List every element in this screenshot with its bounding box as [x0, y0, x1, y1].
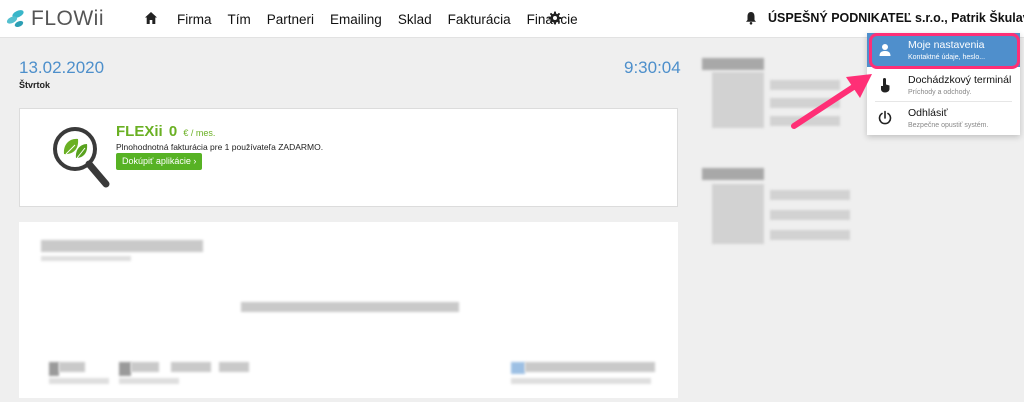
promo-title: FLEXii 0 € / mes. [116, 123, 215, 140]
pixelated-heading [702, 58, 764, 70]
nav-item-fakturacia[interactable]: Fakturácia [448, 12, 511, 27]
pixelated-block [770, 230, 850, 240]
menu-item-label: Odhlásiť [908, 107, 948, 119]
flexii-promo-card: FLEXii 0 € / mes. Plnohodnotná fakturáci… [19, 108, 678, 207]
nav-item-firma[interactable]: Firma [177, 12, 212, 27]
menu-item-label: Dochádzkový terminál [908, 74, 1012, 86]
pixelated-cell [49, 362, 59, 376]
logo-text: FLOWii [31, 7, 104, 30]
buy-apps-button[interactable]: Dokúpiť aplikácie › [116, 153, 203, 170]
main-nav: Firma Tím Partneri Emailing Sklad Faktur… [177, 0, 594, 38]
pixelated-heading [702, 168, 764, 180]
pixelated-block [770, 210, 850, 220]
pixelated-heading [41, 240, 203, 252]
pixelated-cell [119, 362, 131, 376]
promo-price-unit: € / mes. [183, 128, 216, 138]
pixelated-cell [219, 362, 249, 372]
promo-price: 0 [168, 123, 178, 140]
pointer-arrow-icon [791, 74, 872, 129]
pixelated-cell [119, 378, 179, 384]
gear-icon[interactable] [548, 11, 562, 25]
magnifier-leaf-icon [53, 127, 110, 188]
pixelated-block [712, 184, 764, 244]
pixelated-cell [511, 378, 651, 384]
promo-description: Plnohodnotná fakturácia pre 1 používateľ… [116, 142, 324, 152]
promo-product-name: FLEXii [116, 123, 163, 140]
pixelated-block [712, 72, 764, 128]
nav-item-partneri[interactable]: Partneri [267, 12, 314, 27]
pixelated-content-panel [19, 222, 678, 398]
pixelated-message [241, 302, 459, 312]
menu-item-description: Príchody a odchody. [908, 89, 972, 96]
pixelated-cell [171, 362, 211, 372]
dashboard-date: 13.02.2020 [19, 58, 105, 77]
pixelated-subheading [41, 256, 131, 261]
dashboard-clock: 9:30:04 [624, 58, 681, 77]
pixelated-cell [131, 362, 159, 372]
flowii-logo-icon [6, 10, 24, 28]
pixelated-cell [49, 378, 109, 384]
pixelated-block [770, 190, 850, 200]
dashboard-weekday: Štvrtok [19, 80, 51, 90]
nav-item-emailing[interactable]: Emailing [330, 12, 382, 27]
pixelated-cell [525, 362, 655, 372]
bell-icon[interactable] [745, 11, 757, 25]
home-icon[interactable] [144, 11, 158, 25]
nav-item-tim[interactable]: Tím [228, 12, 251, 27]
menu-item-description: Bezpečne opustiť systém. [908, 122, 989, 129]
flowii-logo[interactable]: FLOWii [5, 6, 104, 32]
highlight-box [869, 33, 1020, 69]
nav-item-sklad[interactable]: Sklad [398, 12, 432, 27]
pixelated-cell [59, 362, 85, 372]
pixelated-cell [511, 362, 525, 374]
company-user-name[interactable]: ÚSPEŠNÝ PODNIKATEĽ s.r.o., Patrik Škulav… [768, 11, 1024, 25]
